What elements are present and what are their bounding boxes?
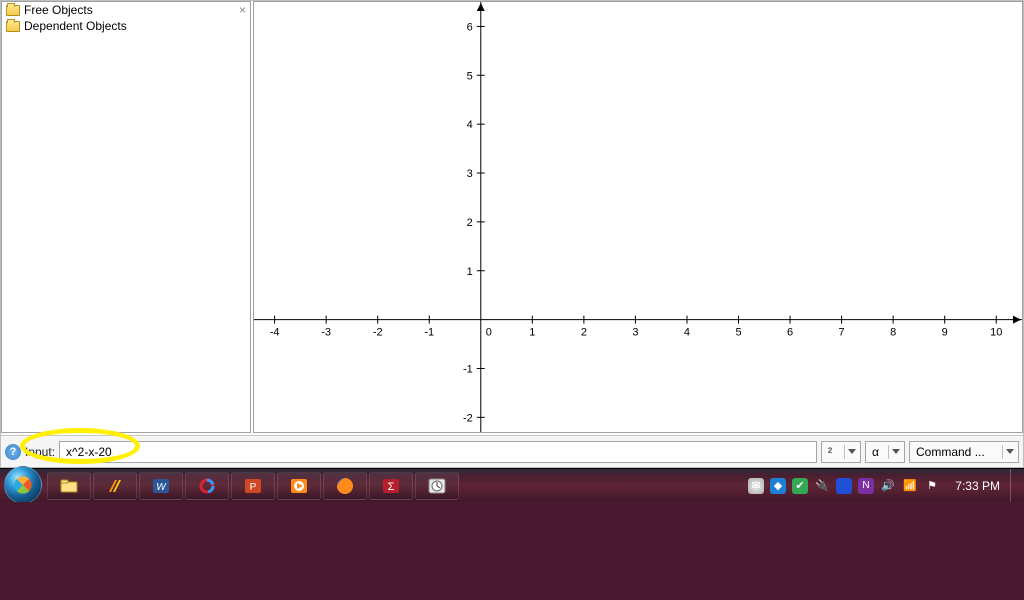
svg-text:4: 4 (467, 119, 473, 131)
svg-text:9: 9 (942, 327, 948, 339)
help-icon[interactable]: ? (5, 444, 21, 460)
taskbar-app-media-player[interactable] (277, 472, 321, 500)
chevron-down-icon (1002, 445, 1016, 459)
taskbar-app-firefox[interactable] (323, 472, 367, 500)
svg-text:4: 4 (684, 327, 690, 339)
tray-network-icon[interactable] (836, 478, 852, 494)
svg-text:-4: -4 (270, 327, 280, 339)
svg-text:10: 10 (990, 327, 1002, 339)
svg-text:2: 2 (581, 327, 587, 339)
svg-text:1: 1 (467, 266, 473, 278)
input-bar: ? Input: ² α Command ... (1, 435, 1023, 467)
tray-volume-icon[interactable]: 🔊 (880, 478, 896, 494)
geogebra-window: × Free Objects Dependent Objects -4-3-2-… (0, 0, 1024, 468)
taskbar-app-word[interactable]: W (139, 472, 183, 500)
svg-text:Σ: Σ (388, 481, 395, 493)
svg-text:8: 8 (890, 327, 896, 339)
algebra-panel[interactable]: × Free Objects Dependent Objects (1, 1, 251, 433)
tray-onenote-icon[interactable]: N (858, 478, 874, 494)
folder-icon (6, 21, 20, 32)
taskbar-app-sigma[interactable]: Σ (369, 472, 413, 500)
tree-item-free[interactable]: Free Objects (2, 2, 250, 18)
taskbar-clock[interactable]: 7:33 PM (946, 479, 1006, 493)
start-button[interactable] (4, 466, 42, 504)
taskbar-app-powerpoint[interactable]: P (231, 472, 275, 500)
tray-power-icon[interactable]: 🔌 (814, 478, 830, 494)
svg-text:7: 7 (839, 327, 845, 339)
input-field[interactable] (59, 441, 817, 463)
svg-text:0: 0 (486, 327, 492, 339)
dropdown-power[interactable]: ² (821, 441, 861, 463)
folder-icon (6, 5, 20, 16)
svg-text:P: P (250, 482, 257, 493)
taskbar-app-generic[interactable] (185, 472, 229, 500)
svg-text:-2: -2 (463, 412, 473, 424)
tray-update-icon[interactable]: ✔ (792, 478, 808, 494)
desktop-background (0, 502, 1024, 600)
svg-text:-2: -2 (373, 327, 383, 339)
graphics-view[interactable]: -4 -3 -2 -1 1 2 3 4 5 6 7 8 9 10 -2 -1 1 2 3 4 5 6 0 (253, 1, 1023, 433)
svg-text:6: 6 (787, 327, 793, 339)
tree-item-dependent[interactable]: Dependent Objects (2, 18, 250, 34)
svg-text:3: 3 (632, 327, 638, 339)
taskbar-app-file-explorer[interactable] (47, 472, 91, 500)
tray-wifi-icon[interactable]: 📶 (902, 478, 918, 494)
input-label: Input: (25, 445, 55, 459)
dropdown-command[interactable]: Command ... (909, 441, 1019, 463)
svg-text:-1: -1 (463, 363, 473, 375)
tray-flag-icon[interactable]: ⚑ (924, 478, 940, 494)
windows-taskbar[interactable]: W P Σ ✉ ◆ ✔ 🔌 N 🔊 📶 ⚑ 7:33 PM (0, 468, 1024, 502)
chevron-down-icon (844, 445, 858, 459)
svg-text:-3: -3 (321, 327, 331, 339)
svg-text:3: 3 (467, 168, 473, 180)
system-tray[interactable]: ✉ ◆ ✔ 🔌 N 🔊 📶 ⚑ (742, 478, 946, 494)
svg-text:W: W (156, 482, 167, 493)
svg-text:6: 6 (467, 21, 473, 33)
dropdown-label: α (872, 445, 879, 459)
dropdown-label: Command ... (916, 445, 985, 459)
tray-messages-icon[interactable]: ✉ (748, 478, 764, 494)
dropdown-greek[interactable]: α (865, 441, 905, 463)
svg-text:2: 2 (467, 217, 473, 229)
taskbar-app-clock[interactable] (415, 472, 459, 500)
tray-security-icon[interactable]: ◆ (770, 478, 786, 494)
svg-text:5: 5 (467, 70, 473, 82)
axes-svg: -4 -3 -2 -1 1 2 3 4 5 6 7 8 9 10 -2 -1 1 2 3 4 5 6 0 (254, 2, 1022, 432)
chevron-down-icon (888, 445, 902, 459)
svg-text:5: 5 (735, 327, 741, 339)
dropdown-label: ² (828, 445, 832, 459)
close-icon[interactable]: × (239, 4, 246, 16)
tree-label: Dependent Objects (24, 19, 127, 33)
show-desktop-button[interactable] (1010, 469, 1020, 503)
svg-text:-1: -1 (424, 327, 434, 339)
tree-label: Free Objects (24, 3, 93, 17)
svg-text:1: 1 (529, 327, 535, 339)
taskbar-app-winamp[interactable] (93, 472, 137, 500)
